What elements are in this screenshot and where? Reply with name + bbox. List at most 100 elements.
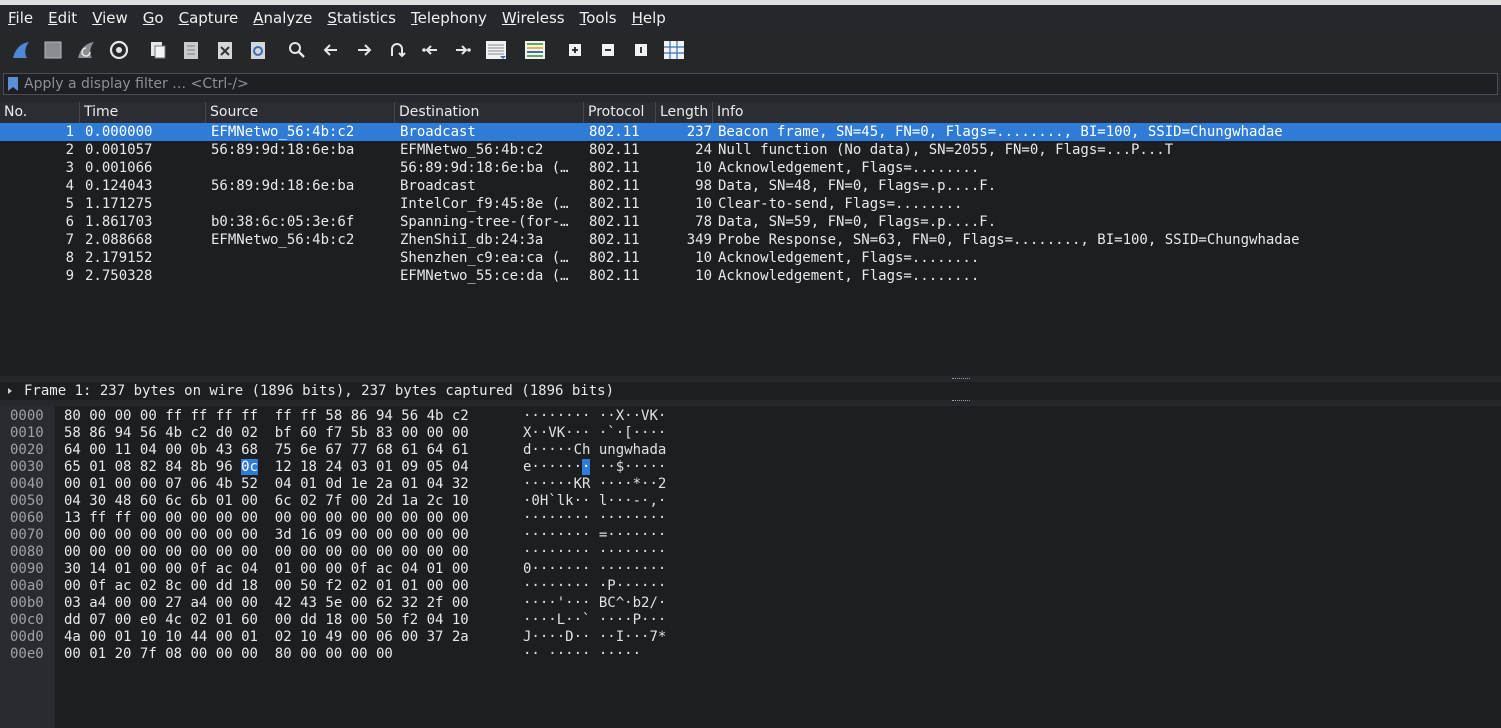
hex-byte[interactable]: 05 bbox=[427, 459, 444, 475]
hex-byte[interactable]: 01 bbox=[216, 493, 233, 509]
hex-byte[interactable]: 00 bbox=[300, 510, 317, 526]
menu-tools[interactable]: Tools bbox=[572, 5, 624, 31]
hex-byte[interactable]: 7f bbox=[140, 646, 157, 662]
hex-byte[interactable]: 82 bbox=[140, 459, 157, 475]
hex-byte[interactable]: 02 bbox=[190, 612, 207, 628]
hex-byte[interactable]: 00 bbox=[452, 425, 469, 441]
hex-byte[interactable]: 00 bbox=[401, 527, 418, 543]
hex-byte[interactable]: f2 bbox=[325, 578, 342, 594]
hex-byte[interactable]: ff bbox=[190, 408, 207, 424]
packet-bytes-pane[interactable]: 0000 80 00 00 00 ff ff ff ff ff ff 58 86 … bbox=[0, 406, 1501, 728]
hex-byte[interactable]: 00 bbox=[190, 527, 207, 543]
hex-bytes[interactable]: 04 30 48 60 6c 6b 01 00 6c 02 7f 00 2d 1… bbox=[64, 493, 469, 510]
hex-byte[interactable]: 00 bbox=[427, 510, 444, 526]
hex-byte[interactable]: 67 bbox=[325, 442, 342, 458]
hex-row[interactable]: 0020 64 00 11 04 00 0b 43 68 75 6e 67 77 … bbox=[0, 442, 1501, 459]
hex-ascii[interactable]: ········ ··X··VK· bbox=[523, 408, 666, 425]
hex-byte[interactable]: 64 bbox=[64, 442, 81, 458]
hex-byte[interactable]: 10 bbox=[452, 612, 469, 628]
hex-byte[interactable]: dd bbox=[64, 612, 81, 628]
hex-byte[interactable]: 06 bbox=[376, 629, 393, 645]
hex-byte[interactable]: 4c bbox=[165, 612, 182, 628]
hex-bytes[interactable]: 00 0f ac 02 8c 00 dd 18 00 50 f2 02 01 0… bbox=[64, 578, 469, 595]
resize-columns-button[interactable] bbox=[661, 37, 687, 63]
hex-byte[interactable]: 07 bbox=[89, 612, 106, 628]
hex-byte[interactable]: 00 bbox=[140, 510, 157, 526]
hex-row[interactable]: 0040 00 01 00 00 07 06 4b 52 04 01 0d 1e … bbox=[0, 476, 1501, 493]
hex-byte[interactable]: 01 bbox=[275, 561, 292, 577]
display-filter-bar[interactable] bbox=[3, 73, 1498, 95]
hex-byte[interactable]: 0f bbox=[190, 561, 207, 577]
hex-byte[interactable]: 00 bbox=[190, 544, 207, 560]
bookmark-icon[interactable] bbox=[7, 77, 19, 91]
hex-byte[interactable]: 8b bbox=[190, 459, 207, 475]
hex-byte[interactable]: 00 bbox=[300, 544, 317, 560]
hex-byte[interactable]: 00 bbox=[376, 527, 393, 543]
hex-byte[interactable]: 00 bbox=[325, 561, 342, 577]
hex-byte[interactable]: 0b bbox=[190, 442, 207, 458]
hex-byte[interactable]: 0d bbox=[325, 476, 342, 492]
hex-byte[interactable]: 0f bbox=[351, 561, 368, 577]
splitter-grip[interactable] bbox=[952, 378, 970, 381]
hex-byte[interactable]: 00 bbox=[376, 510, 393, 526]
hex-byte[interactable]: 00 bbox=[241, 595, 258, 611]
hex-byte[interactable]: 07 bbox=[165, 476, 182, 492]
hex-byte[interactable]: 00 bbox=[241, 646, 258, 662]
hex-byte[interactable]: 4b bbox=[427, 408, 444, 424]
hex-byte[interactable]: 94 bbox=[115, 425, 132, 441]
hex-byte[interactable]: 01 bbox=[115, 629, 132, 645]
hex-ascii[interactable]: 0······· ········ bbox=[523, 561, 666, 578]
hex-byte[interactable]: 0f bbox=[89, 578, 106, 594]
hex-byte[interactable]: 02 bbox=[351, 578, 368, 594]
hex-byte[interactable]: 00 bbox=[89, 544, 106, 560]
hex-byte[interactable]: 02 bbox=[275, 629, 292, 645]
hex-byte[interactable]: 27 bbox=[165, 595, 182, 611]
hex-byte[interactable]: 04 bbox=[427, 476, 444, 492]
hex-byte[interactable]: 60 bbox=[140, 493, 157, 509]
hex-byte[interactable]: 68 bbox=[241, 442, 258, 458]
hex-byte[interactable]: 01 bbox=[300, 476, 317, 492]
hex-byte[interactable]: 04 bbox=[452, 459, 469, 475]
capture-options-button[interactable] bbox=[106, 37, 132, 63]
hex-byte[interactable]: 30 bbox=[64, 561, 81, 577]
hex-ascii[interactable]: ········ ········ bbox=[523, 544, 666, 561]
hex-byte[interactable]: 61 bbox=[401, 442, 418, 458]
column-header-destination[interactable]: Destination bbox=[395, 102, 584, 123]
hex-byte[interactable]: 00 bbox=[427, 425, 444, 441]
packet-row[interactable]: 2 0.001057 56:89:9d:18:6e:ba EFMNetwo_56:4b… bbox=[0, 141, 1501, 159]
find-packet-button[interactable] bbox=[284, 37, 310, 63]
hex-byte[interactable]: 02 bbox=[140, 578, 157, 594]
hex-byte[interactable]: 00 bbox=[452, 595, 469, 611]
hex-byte[interactable]: 00 bbox=[401, 544, 418, 560]
hex-byte[interactable]: ff bbox=[115, 510, 132, 526]
hex-byte[interactable]: 83 bbox=[376, 425, 393, 441]
hex-byte[interactable]: 80 bbox=[64, 408, 81, 424]
packet-row[interactable]: 6 1.861703 b0:38:6c:05:3e:6f Spanning-tree-… bbox=[0, 213, 1501, 231]
hex-byte[interactable]: 20 bbox=[115, 646, 132, 662]
hex-byte[interactable]: 00 bbox=[165, 510, 182, 526]
hex-byte[interactable]: 00 bbox=[427, 527, 444, 543]
hex-byte[interactable]: a4 bbox=[190, 595, 207, 611]
hex-byte[interactable]: 01 bbox=[427, 561, 444, 577]
hex-byte[interactable]: ff bbox=[275, 408, 292, 424]
packet-details-pane[interactable]: Frame 1: 237 bytes on wire (1896 bits), … bbox=[0, 382, 1501, 400]
hex-byte[interactable]: 01 bbox=[376, 459, 393, 475]
hex-row[interactable]: 00b0 03 a4 00 00 27 a4 00 00 42 43 5e 00 … bbox=[0, 595, 1501, 612]
hex-byte[interactable]: f2 bbox=[401, 612, 418, 628]
hex-byte[interactable]: 4b bbox=[165, 425, 182, 441]
hex-byte[interactable]: ff bbox=[216, 408, 233, 424]
close-file-button[interactable] bbox=[212, 37, 238, 63]
hex-byte[interactable]: 00 bbox=[140, 527, 157, 543]
hex-ascii[interactable]: ······KR ····*··2 bbox=[523, 476, 666, 493]
menu-edit[interactable]: Edit bbox=[40, 5, 84, 31]
packet-row[interactable]: 1 0.000000 EFMNetwo_56:4b:c2 Broadcast 802.1… bbox=[0, 123, 1501, 141]
hex-byte[interactable]: 18 bbox=[241, 578, 258, 594]
hex-byte[interactable]: 77 bbox=[351, 442, 368, 458]
hex-byte[interactable]: 6c bbox=[275, 493, 292, 509]
hex-byte[interactable]: 00 bbox=[140, 544, 157, 560]
packet-list[interactable]: 1 0.000000 EFMNetwo_56:4b:c2 Broadcast 802.1… bbox=[0, 123, 1501, 376]
packet-row[interactable]: 4 0.124043 56:89:9d:18:6e:ba Broadcast 802.1… bbox=[0, 177, 1501, 195]
hex-ascii[interactable]: ········ ·P······ bbox=[523, 578, 666, 595]
hex-byte[interactable]: 5b bbox=[351, 425, 368, 441]
hex-byte[interactable]: 10 bbox=[140, 629, 157, 645]
